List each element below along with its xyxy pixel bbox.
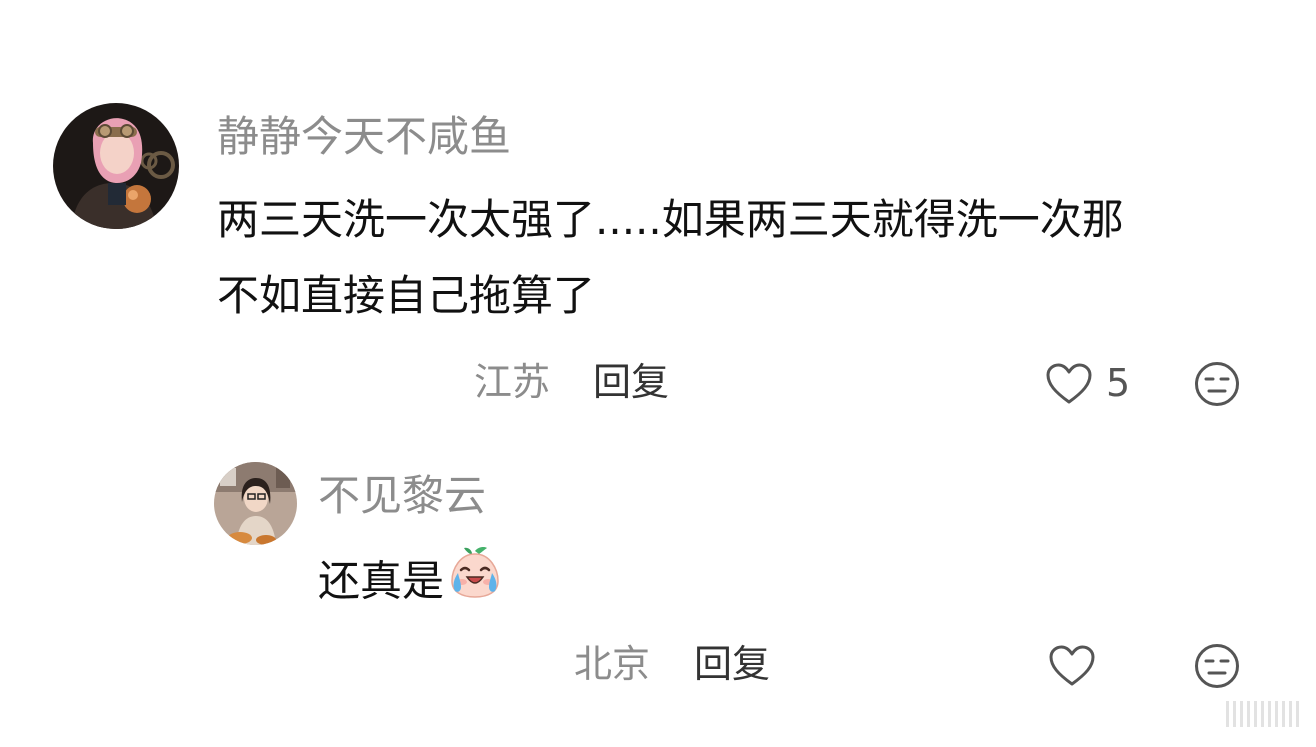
like-button[interactable]: [1046, 642, 1098, 690]
reply-button[interactable]: 回复: [694, 640, 770, 688]
comment-text: 还真是: [318, 547, 504, 619]
comment-text-line-1: 两三天洗一次太强了.....如果两三天就得洗一次那: [217, 195, 1124, 244]
neutral-face-icon: [1195, 644, 1239, 688]
location: 北京: [574, 642, 651, 686]
reply-button[interactable]: 回复: [593, 358, 669, 406]
emoji-reaction-button[interactable]: [1192, 359, 1242, 409]
watermark-stripes-icon: [1226, 697, 1306, 731]
comment-text-value: 还真是: [318, 556, 445, 606]
neutral-face-icon: [1195, 362, 1239, 406]
emoji-reaction-button[interactable]: [1192, 641, 1242, 691]
like-count: 5: [1106, 361, 1131, 405]
avatar[interactable]: [53, 103, 179, 229]
heart-outline-icon: [1049, 645, 1095, 686]
location: 江苏: [474, 360, 551, 404]
username[interactable]: 静静今天不咸鱼: [217, 111, 511, 163]
avatar[interactable]: [214, 462, 297, 545]
username[interactable]: 不见黎云: [318, 470, 486, 522]
heart-outline-icon: [1046, 363, 1092, 404]
crying-laughing-peach-emoji: [446, 545, 504, 615]
like-button[interactable]: [1043, 360, 1095, 408]
comment-text-line-2: 不如直接自己拖算了: [217, 271, 596, 320]
